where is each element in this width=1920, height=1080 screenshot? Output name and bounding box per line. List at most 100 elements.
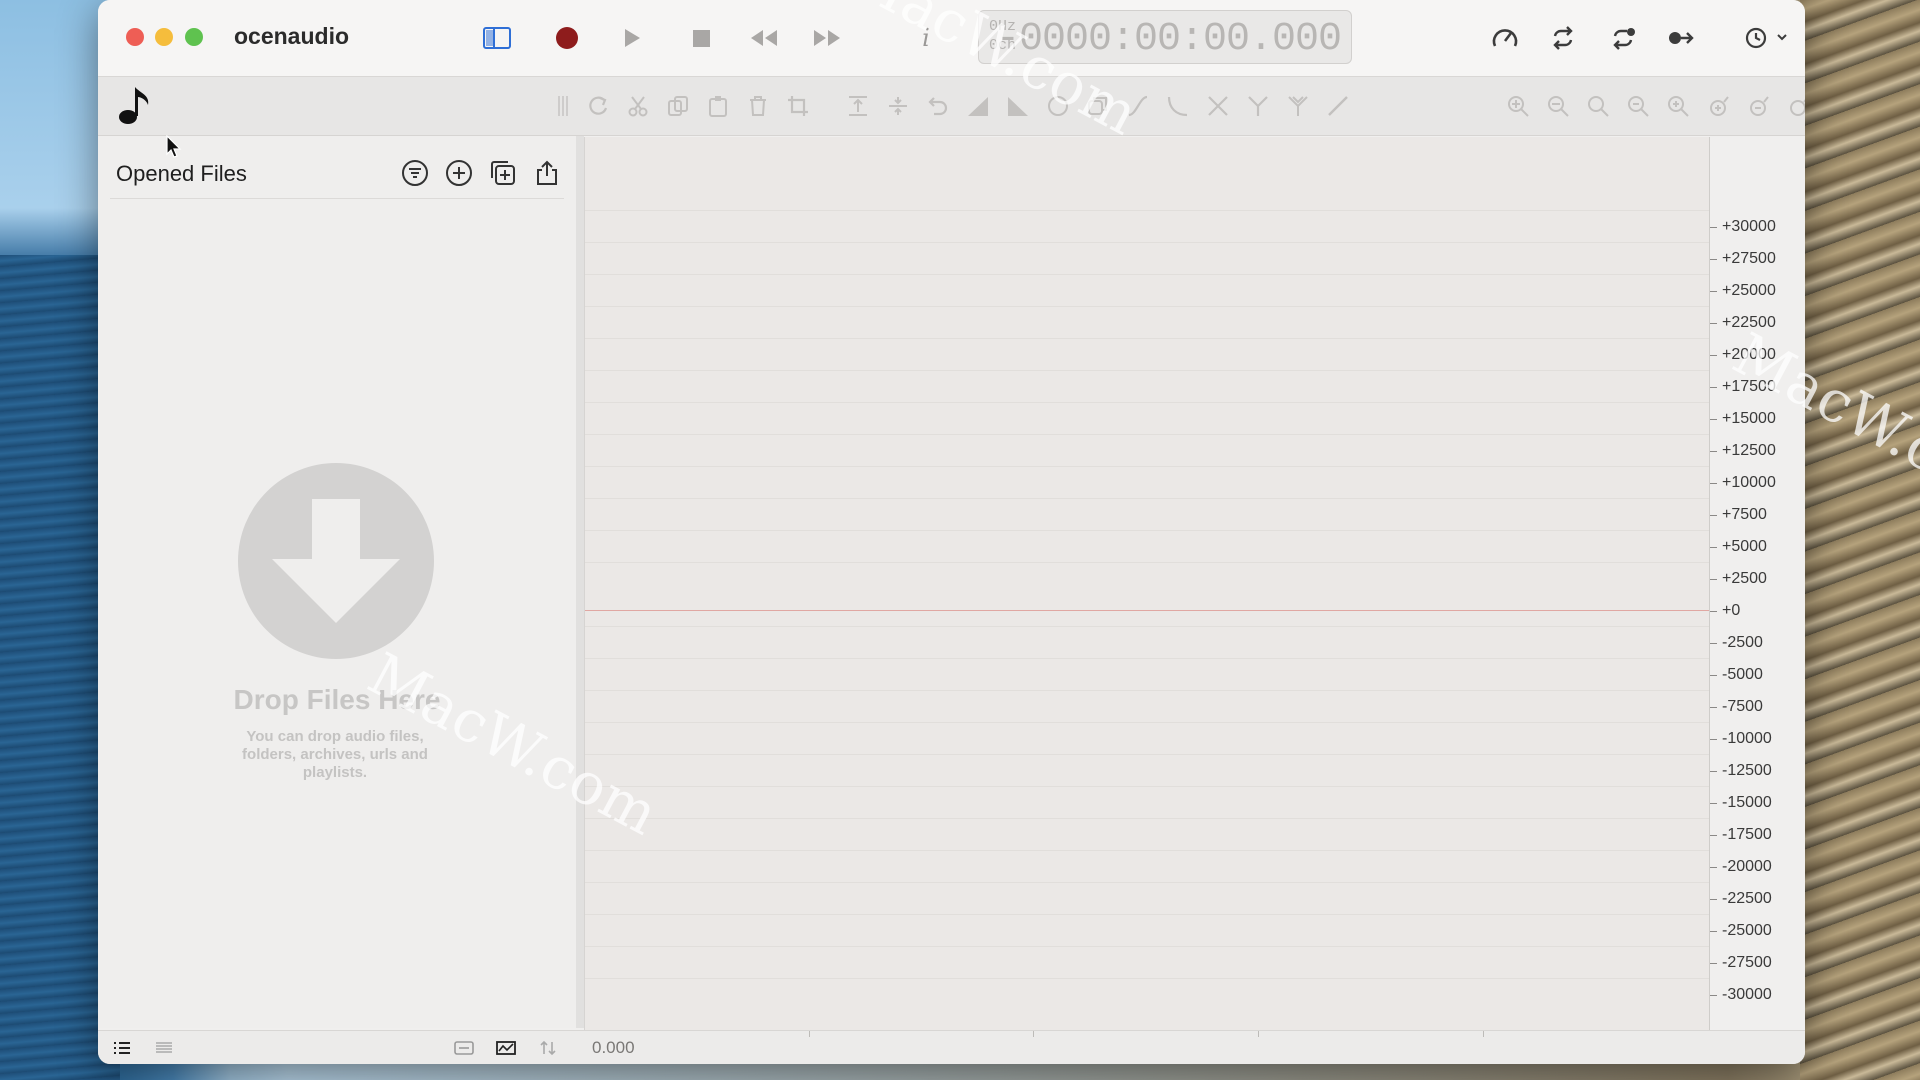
waveform-gridline bbox=[585, 562, 1709, 563]
minimize-window-button[interactable] bbox=[155, 28, 173, 46]
merge-icon[interactable] bbox=[1244, 92, 1272, 120]
amplitude-axis-tick bbox=[1710, 451, 1717, 452]
amplitude-axis-tick bbox=[1710, 771, 1717, 772]
amplitude-axis-label: -5000 bbox=[1722, 666, 1763, 683]
amplitude-axis-tick bbox=[1710, 547, 1717, 548]
sort-icon[interactable] bbox=[538, 1039, 558, 1057]
history-dropdown[interactable] bbox=[1743, 20, 1793, 56]
waveform-gridline bbox=[585, 434, 1709, 435]
amplitude-axis-label: +2500 bbox=[1722, 570, 1767, 587]
zoom-selection-icon[interactable] bbox=[1624, 92, 1652, 120]
loop-selection-icon[interactable] bbox=[1608, 20, 1638, 56]
metadata-icon[interactable] bbox=[454, 1039, 474, 1057]
maximize-window-button[interactable] bbox=[185, 28, 203, 46]
amplitude-axis-tick bbox=[1710, 323, 1717, 324]
amplitude-axis-label: -30000 bbox=[1722, 986, 1772, 1003]
waveform-gridline bbox=[585, 882, 1709, 883]
drop-zone-subtitle: You can drop audio files, folders, archi… bbox=[242, 728, 428, 781]
info-icon[interactable]: i bbox=[916, 20, 936, 56]
time-readout: -0000:00:00.000 bbox=[995, 17, 1342, 62]
fade-out-icon[interactable] bbox=[1004, 92, 1032, 120]
waveform-canvas[interactable] bbox=[584, 137, 1710, 1030]
delete-icon[interactable] bbox=[744, 92, 772, 120]
amplitude-axis-label: +17500 bbox=[1722, 378, 1776, 395]
amplitude-axis-label: -10000 bbox=[1722, 730, 1772, 747]
amplitude-axis-label: +5000 bbox=[1722, 538, 1767, 555]
waveform-gridline bbox=[585, 274, 1709, 275]
status-bar: 0.000 bbox=[98, 1030, 1805, 1064]
sidebar-title: Opened Files bbox=[116, 161, 247, 186]
timeline-start-label: 0.000 bbox=[592, 1038, 635, 1057]
curve-down-icon[interactable] bbox=[1164, 92, 1192, 120]
redo-icon[interactable] bbox=[584, 92, 612, 120]
copy-icon[interactable] bbox=[664, 92, 692, 120]
reverse-icon[interactable] bbox=[924, 92, 952, 120]
amplitude-axis-tick bbox=[1710, 739, 1717, 740]
fast-forward-button[interactable] bbox=[810, 20, 844, 56]
music-note-icon[interactable] bbox=[114, 83, 158, 127]
list-view-icon[interactable] bbox=[112, 1039, 132, 1057]
amplitude-axis-label: -22500 bbox=[1722, 890, 1772, 907]
sidebar-toggle-button[interactable] bbox=[482, 20, 512, 56]
waveform-gridline bbox=[585, 530, 1709, 531]
compact-view-icon[interactable] bbox=[154, 1039, 174, 1057]
amplitude-axis-label: +22500 bbox=[1722, 314, 1776, 331]
waveform-gridline bbox=[585, 754, 1709, 755]
amplitude-axis-label: -25000 bbox=[1722, 922, 1772, 939]
amplitude-axis-label: -7500 bbox=[1722, 698, 1763, 715]
waveform-gridline bbox=[585, 306, 1709, 307]
split-icon[interactable] bbox=[1284, 92, 1312, 120]
zoom-in-icon[interactable] bbox=[1504, 92, 1532, 120]
filter-icon[interactable] bbox=[400, 158, 430, 188]
crop-icon[interactable] bbox=[784, 92, 812, 120]
close-window-button[interactable] bbox=[126, 28, 144, 46]
amplitude-axis-tick bbox=[1710, 707, 1717, 708]
loop-icon[interactable] bbox=[1548, 20, 1578, 56]
amplitude-axis-tick bbox=[1710, 899, 1717, 900]
cut-icon[interactable] bbox=[624, 92, 652, 120]
center-icon[interactable] bbox=[884, 92, 912, 120]
drop-zone-icon[interactable] bbox=[238, 463, 434, 659]
duplicate-file-icon[interactable] bbox=[488, 158, 518, 188]
zoom-out-icon[interactable] bbox=[1544, 92, 1572, 120]
zoom-fit-icon[interactable] bbox=[1584, 92, 1612, 120]
opened-files-panel: Opened Files Drop Files Here You can dro… bbox=[98, 136, 584, 1028]
duplicate-icon[interactable] bbox=[1084, 92, 1112, 120]
zoom-all-icon[interactable] bbox=[1664, 92, 1692, 120]
toolbar-grip-icon bbox=[556, 92, 570, 120]
cross-fade-icon[interactable] bbox=[1204, 92, 1232, 120]
record-button[interactable] bbox=[553, 20, 581, 56]
curve-up-icon[interactable] bbox=[1124, 92, 1152, 120]
waveform-gridline bbox=[585, 850, 1709, 851]
app-title: ocenaudio bbox=[234, 23, 350, 49]
time-display: 0Hz 0ch -0000:00:00.000 bbox=[978, 10, 1352, 64]
amplitude-axis-label: +27500 bbox=[1722, 250, 1776, 267]
vertical-zoom-out-icon[interactable] bbox=[1744, 92, 1772, 120]
waveform-gridline bbox=[585, 338, 1709, 339]
waveform-gridline bbox=[585, 210, 1709, 211]
paste-icon[interactable] bbox=[704, 92, 732, 120]
fade-in-icon[interactable] bbox=[964, 92, 992, 120]
amplitude-axis-label: +15000 bbox=[1722, 410, 1776, 427]
stop-button[interactable] bbox=[687, 20, 715, 56]
zero-amplitude-line bbox=[585, 610, 1709, 611]
effect-icon[interactable] bbox=[1044, 92, 1072, 120]
timeline-tick bbox=[1483, 1031, 1484, 1037]
amplitude-axis-label: +25000 bbox=[1722, 282, 1776, 299]
slope-icon[interactable] bbox=[1324, 92, 1352, 120]
amplitude-axis-tick bbox=[1710, 419, 1717, 420]
normalize-icon[interactable] bbox=[844, 92, 872, 120]
rewind-button[interactable] bbox=[747, 20, 781, 56]
add-file-icon[interactable] bbox=[444, 158, 474, 188]
speed-icon[interactable] bbox=[1490, 20, 1520, 56]
timeline-tick bbox=[1258, 1031, 1259, 1037]
vertical-zoom-in-icon[interactable] bbox=[1704, 92, 1732, 120]
share-icon[interactable] bbox=[532, 158, 562, 188]
waveform-view-icon[interactable] bbox=[496, 1039, 516, 1057]
edit-toolbar bbox=[98, 77, 1805, 136]
waveform-gridline bbox=[585, 818, 1709, 819]
play-button[interactable] bbox=[618, 20, 646, 56]
vertical-zoom-reset-icon[interactable] bbox=[1784, 92, 1805, 120]
amplitude-axis-tick bbox=[1710, 835, 1717, 836]
follow-cursor-icon[interactable] bbox=[1666, 20, 1696, 56]
